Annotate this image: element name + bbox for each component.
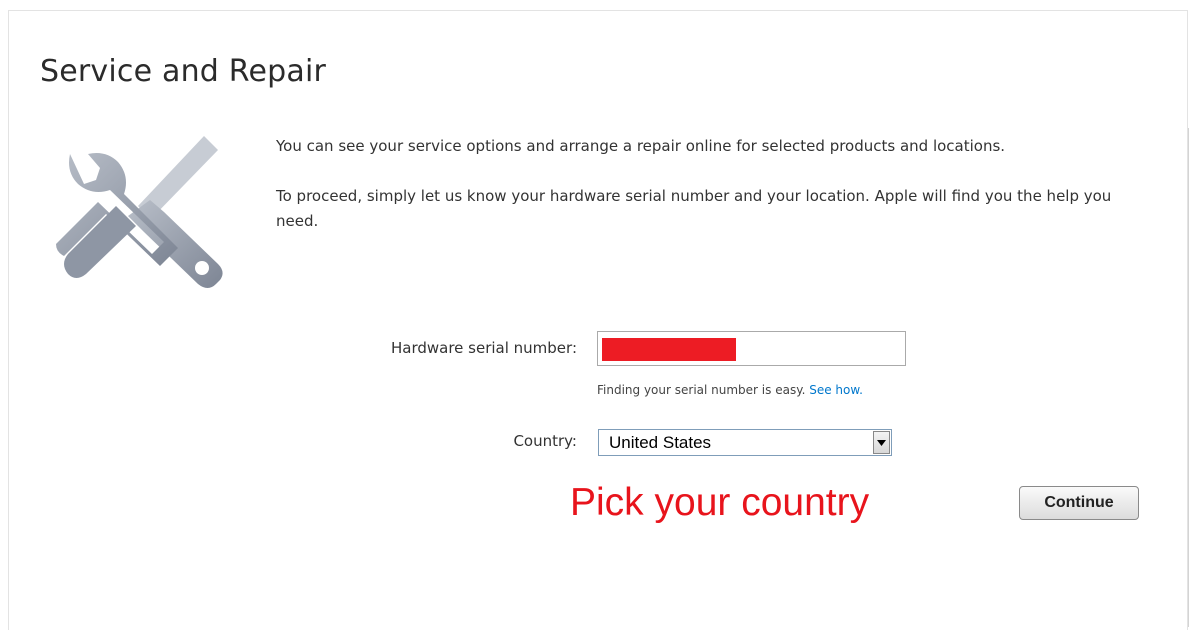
serial-help-label: Finding your serial number is easy. <box>597 383 806 397</box>
service-panel <box>8 10 1188 630</box>
intro-paragraph: You can see your service options and arr… <box>276 137 1006 155</box>
chevron-down-icon <box>877 439 886 446</box>
wrench-screwdriver-icon <box>56 136 223 288</box>
redaction-box <box>602 338 736 361</box>
country-label: Country: <box>513 432 577 450</box>
page-title: Service and Repair <box>40 54 327 89</box>
intro-text: You can see your service options and arr… <box>276 134 1156 259</box>
serial-number-input[interactable] <box>597 331 906 366</box>
serial-help-text: Finding your serial number is easy. See … <box>597 383 863 397</box>
dropdown-arrow-button[interactable] <box>873 431 890 454</box>
content-divider <box>1188 128 1189 627</box>
pick-country-annotation: Pick your country <box>570 481 870 524</box>
continue-button[interactable]: Continue <box>1019 486 1139 520</box>
country-selected-value: United States <box>609 433 712 452</box>
country-select[interactable]: United States <box>598 429 892 456</box>
intro-paragraph: To proceed, simply let us know your hard… <box>276 187 1112 230</box>
see-how-link[interactable]: See how. <box>809 383 863 397</box>
serial-number-label: Hardware serial number: <box>390 339 577 357</box>
